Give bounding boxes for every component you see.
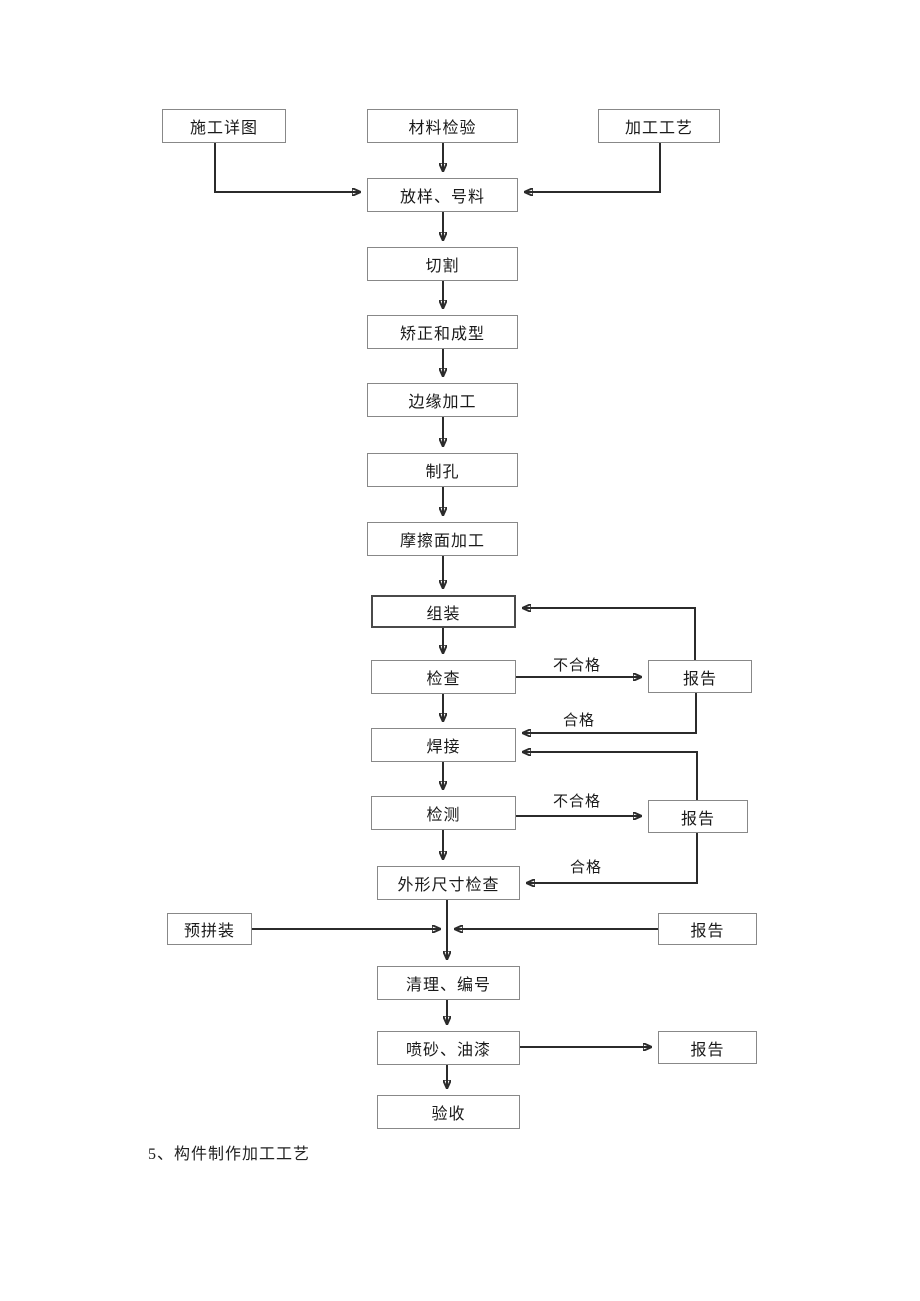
node-shigong_xiangtu[interactable]: 施工详图 bbox=[162, 109, 286, 143]
node-label: 外形尺寸检查 bbox=[397, 877, 500, 894]
node-label: 报告 bbox=[690, 923, 725, 940]
node-qingli_bianhao[interactable]: 清理、编号 bbox=[377, 966, 520, 1000]
node-yanshou[interactable]: 验收 bbox=[377, 1095, 520, 1129]
edge-shigong-to-fangyang bbox=[214, 143, 360, 192]
node-baogao_4[interactable]: 报告 bbox=[658, 1031, 757, 1064]
node-label: 验收 bbox=[431, 1106, 466, 1123]
node-label: 报告 bbox=[680, 810, 715, 828]
edge-label-buhege_1: 不合格 bbox=[553, 658, 602, 674]
node-label: 矫正和成型 bbox=[399, 326, 485, 343]
node-label: 检查 bbox=[426, 671, 461, 688]
figure-caption: 5、构件制作加工工艺 bbox=[148, 1146, 311, 1163]
node-mocamian_jiagong[interactable]: 摩擦面加工 bbox=[367, 522, 518, 556]
node-qiege[interactable]: 切割 bbox=[367, 247, 518, 281]
node-label: 报告 bbox=[682, 670, 717, 688]
node-penша_youqi[interactable]: 喷砂、油漆 bbox=[377, 1031, 520, 1065]
node-zhikong[interactable]: 制孔 bbox=[367, 453, 518, 487]
node-label: 组装 bbox=[426, 605, 461, 623]
node-label: 摩擦面加工 bbox=[399, 533, 485, 550]
edge-baogao1-to-hanjie bbox=[523, 693, 697, 733]
node-jiaozheng_chengxing[interactable]: 矫正和成型 bbox=[367, 315, 518, 349]
edge-baogao2-to-hanjie bbox=[523, 752, 698, 800]
edge-baogao2-to-waixing bbox=[527, 833, 698, 883]
node-cailiao_jianyan[interactable]: 材料检验 bbox=[367, 109, 518, 143]
node-zuzhuang[interactable]: 组装 bbox=[371, 595, 516, 628]
node-label: 检测 bbox=[426, 807, 461, 824]
node-label: 材料检验 bbox=[408, 120, 477, 137]
edge-label-hege_2: 合格 bbox=[570, 860, 603, 876]
node-baogao_2[interactable]: 报告 bbox=[648, 800, 748, 833]
flowchart-canvas: 施工详图 材料检验 加工工艺放样、号料切割矫正和成型边缘加工制孔摩擦面加工组装检查焊… bbox=[0, 0, 920, 1301]
node-fangyang_haoliao[interactable]: 放样、号料 bbox=[367, 178, 518, 212]
node-label: 喷砂、油漆 bbox=[405, 1042, 491, 1059]
node-label: 报告 bbox=[690, 1041, 725, 1059]
node-label: 制孔 bbox=[425, 464, 460, 481]
node-label: 放样、号料 bbox=[399, 189, 485, 206]
node-jiance[interactable]: 检测 bbox=[371, 796, 516, 830]
node-yupinzhuang[interactable]: 预拼装 bbox=[167, 913, 252, 945]
node-label: 焊接 bbox=[426, 739, 461, 756]
node-label: 施工详图 bbox=[189, 120, 258, 137]
edge-jiagong-to-fangyang bbox=[525, 143, 661, 192]
node-label: 加工工艺 bbox=[624, 120, 693, 137]
node-label: 清理、编号 bbox=[405, 977, 491, 994]
node-label: 边缘加工 bbox=[408, 394, 477, 411]
node-hanjie[interactable]: 焊接 bbox=[371, 728, 516, 762]
edge-label-buhege_2: 不合格 bbox=[553, 794, 602, 810]
edge-baogao1-to-zuzhuang bbox=[523, 608, 696, 660]
node-jiagong_gongyi[interactable]: 加工工艺 bbox=[598, 109, 720, 143]
node-label: 切割 bbox=[425, 258, 460, 275]
node-jiancha[interactable]: 检查 bbox=[371, 660, 516, 694]
node-waixing_chicun[interactable]: 外形尺寸检查 bbox=[377, 866, 520, 900]
edge-label-hege_1: 合格 bbox=[563, 713, 596, 729]
node-baogao_3[interactable]: 报告 bbox=[658, 913, 757, 945]
node-label: 预拼装 bbox=[183, 923, 235, 940]
node-bianyuan_jiagong[interactable]: 边缘加工 bbox=[367, 383, 518, 417]
node-baogao_1[interactable]: 报告 bbox=[648, 660, 752, 693]
